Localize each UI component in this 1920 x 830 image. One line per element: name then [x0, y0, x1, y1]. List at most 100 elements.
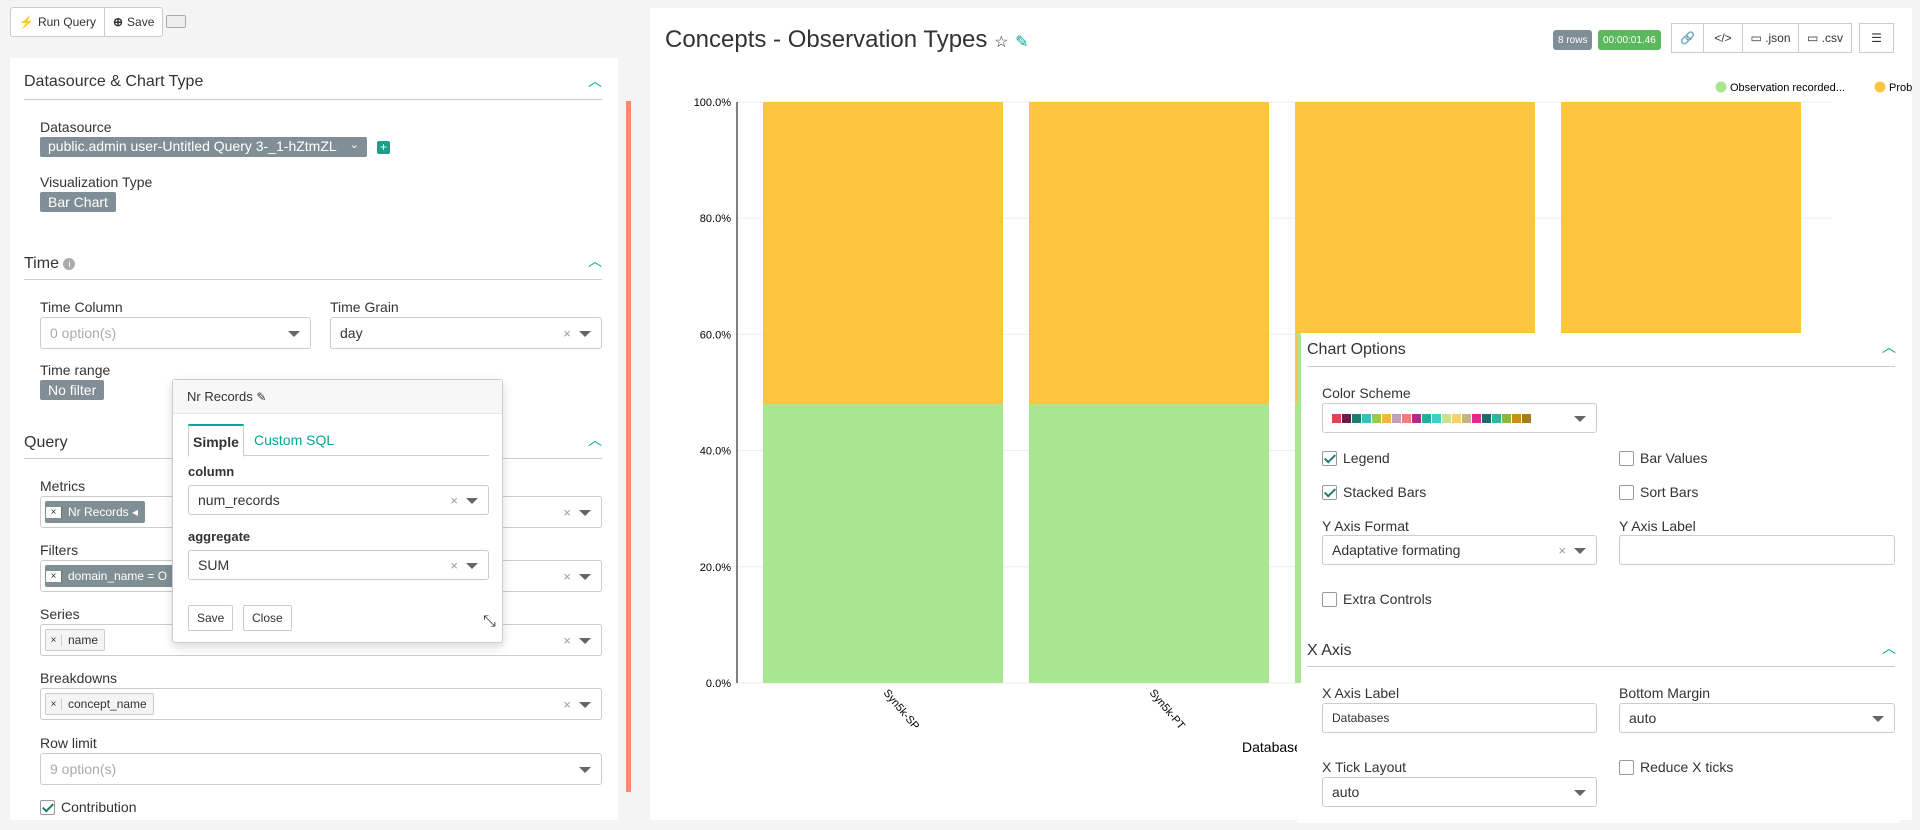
extra-controls-checkbox[interactable]: Extra Controls	[1322, 591, 1432, 607]
color-swatch	[1442, 413, 1451, 423]
x-tick-layout-select[interactable]: auto	[1322, 777, 1597, 807]
clear-icon[interactable]: ×	[563, 569, 571, 584]
checkbox-icon[interactable]	[1619, 484, 1634, 500]
bar-segment[interactable]	[763, 102, 1003, 405]
metrics-label: Metrics	[40, 478, 86, 494]
bottom-margin-select[interactable]: auto	[1619, 703, 1895, 733]
popover-close-button[interactable]: Close	[243, 605, 292, 631]
resize-handle-icon[interactable]: ⤡	[483, 613, 496, 631]
row-limit-select[interactable]: 9 option(s)	[40, 753, 602, 785]
color-scheme-select[interactable]	[1322, 403, 1597, 433]
remove-icon[interactable]: ×	[46, 698, 62, 710]
checkbox-checked-icon[interactable]	[40, 799, 55, 815]
rows-badge: 8 rows	[1553, 30, 1593, 50]
reduce-x-ticks-checkbox[interactable]: Reduce X ticks	[1619, 759, 1733, 775]
bar-segment[interactable]	[1029, 404, 1269, 683]
legend-dot[interactable]	[1874, 81, 1886, 93]
collapse-chevron-icon[interactable]: ︿	[1882, 337, 1896, 357]
breakdowns-select[interactable]: × concept_name ×	[40, 688, 602, 720]
clear-icon[interactable]: ×	[563, 326, 571, 341]
time-grain-select[interactable]: day ×	[330, 317, 602, 349]
section-title-datasource: Datasource & Chart Type	[24, 73, 204, 90]
datasource-label: Datasource	[40, 119, 112, 135]
tab-simple[interactable]: Simple	[188, 424, 244, 457]
color-swatch	[1422, 413, 1431, 423]
time-grain-label: Time Grain	[330, 299, 399, 315]
keyboard-icon[interactable]	[166, 15, 186, 28]
checkbox-icon[interactable]	[1619, 450, 1634, 466]
y-axis-format-select[interactable]: Adaptative formating ×	[1322, 535, 1597, 565]
clear-icon[interactable]: ×	[450, 558, 458, 573]
save-button[interactable]: ⊕ Save	[104, 7, 164, 37]
csv-button[interactable]: ▭ .csv	[1798, 23, 1852, 53]
checkbox-icon[interactable]	[1619, 759, 1634, 775]
viz-type-select[interactable]: Bar Chart	[40, 192, 116, 212]
panel-edge-marker	[1297, 333, 1301, 683]
chart-options-panel: Chart Options ︿ Color Scheme Legend Bar …	[1297, 333, 1900, 823]
remove-icon[interactable]: ×	[46, 634, 62, 646]
json-button[interactable]: ▭ .json	[1742, 23, 1799, 53]
popover-save-button[interactable]: Save	[188, 605, 234, 631]
sort-bars-checkbox[interactable]: Sort Bars	[1619, 484, 1698, 500]
clear-icon[interactable]: ×	[563, 697, 571, 712]
clear-icon[interactable]: ×	[450, 493, 458, 508]
tab-custom-sql[interactable]: Custom SQL	[250, 424, 338, 456]
color-swatch	[1342, 413, 1351, 423]
caret-down-icon	[579, 510, 591, 516]
collapse-chevron-icon[interactable]: ︿	[588, 430, 602, 450]
embed-button[interactable]: </>	[1703, 23, 1743, 53]
checkbox-icon[interactable]	[1322, 591, 1337, 607]
checkbox-checked-icon[interactable]	[1322, 450, 1337, 466]
datasource-select[interactable]: public.admin user-Untitled Query 3-_1-hZ…	[40, 137, 367, 157]
pencil-icon[interactable]: ✎	[256, 390, 266, 404]
color-swatch	[1502, 413, 1511, 423]
remove-icon[interactable]: ×	[46, 570, 62, 582]
remove-icon[interactable]: ×	[46, 506, 62, 518]
legend-dot[interactable]	[1715, 81, 1727, 93]
metric-chip[interactable]: × Nr Records ◂	[45, 501, 146, 523]
menu-button[interactable]: ☰	[1859, 23, 1894, 53]
legend-label[interactable]: Observation recorded...	[1730, 82, 1845, 94]
time-badge: 00:00:01.46	[1598, 30, 1661, 50]
legend-checkbox[interactable]: Legend	[1322, 450, 1390, 466]
chart-legend[interactable]: Observation recorded... Problem list from…	[1715, 81, 1913, 95]
column-select[interactable]: num_records ×	[188, 485, 489, 515]
add-datasource-icon[interactable]: +	[377, 141, 390, 154]
bar-segment[interactable]	[1029, 102, 1269, 405]
run-query-button[interactable]: ⚡ Run Query	[10, 7, 105, 37]
caret-down-icon	[579, 638, 591, 644]
collapse-chevron-icon[interactable]: ︿	[588, 71, 602, 91]
y-tick-label: 100.0%	[694, 97, 732, 109]
clear-icon[interactable]: ×	[563, 633, 571, 648]
legend-label[interactable]: Problem list from EH...	[1889, 82, 1912, 94]
star-icon[interactable]: ☆	[994, 34, 1008, 51]
time-range-select[interactable]: No filter	[40, 380, 105, 400]
contribution-checkbox[interactable]: Contribution	[40, 799, 137, 815]
edit-icon[interactable]: ✎	[1015, 34, 1028, 51]
bar-segment[interactable]	[763, 404, 1003, 683]
clear-icon[interactable]: ×	[563, 505, 571, 520]
checkbox-checked-icon[interactable]	[1322, 484, 1337, 500]
color-swatch	[1452, 413, 1461, 423]
x-axis-label-input[interactable]: Databases	[1322, 703, 1597, 733]
y-tick-label: 80.0%	[700, 213, 731, 225]
time-column-select[interactable]: 0 option(s)	[40, 317, 311, 349]
link-button[interactable]: 🔗	[1671, 23, 1704, 53]
collapse-chevron-icon[interactable]: ︿	[1882, 638, 1896, 658]
info-icon[interactable]: i	[63, 257, 76, 270]
plus-circle-icon: ⊕	[112, 15, 124, 29]
series-chip[interactable]: × name	[45, 629, 106, 651]
caret-down-icon	[579, 574, 591, 580]
time-column-label: Time Column	[40, 299, 123, 315]
filter-chip[interactable]: × domain_name = O	[45, 565, 175, 587]
clear-icon[interactable]: ×	[1558, 543, 1566, 558]
collapse-chevron-icon[interactable]: ︿	[588, 251, 602, 271]
color-swatch	[1392, 413, 1401, 423]
aggregate-select[interactable]: SUM ×	[188, 550, 489, 580]
bar-values-checkbox[interactable]: Bar Values	[1619, 450, 1707, 466]
breakdown-chip[interactable]: × concept_name	[45, 693, 154, 715]
stacked-bars-checkbox[interactable]: Stacked Bars	[1322, 484, 1426, 500]
caret-down-icon	[466, 563, 478, 569]
y-axis-label-label: Y Axis Label	[1619, 518, 1696, 534]
y-axis-label-input[interactable]	[1619, 535, 1895, 565]
